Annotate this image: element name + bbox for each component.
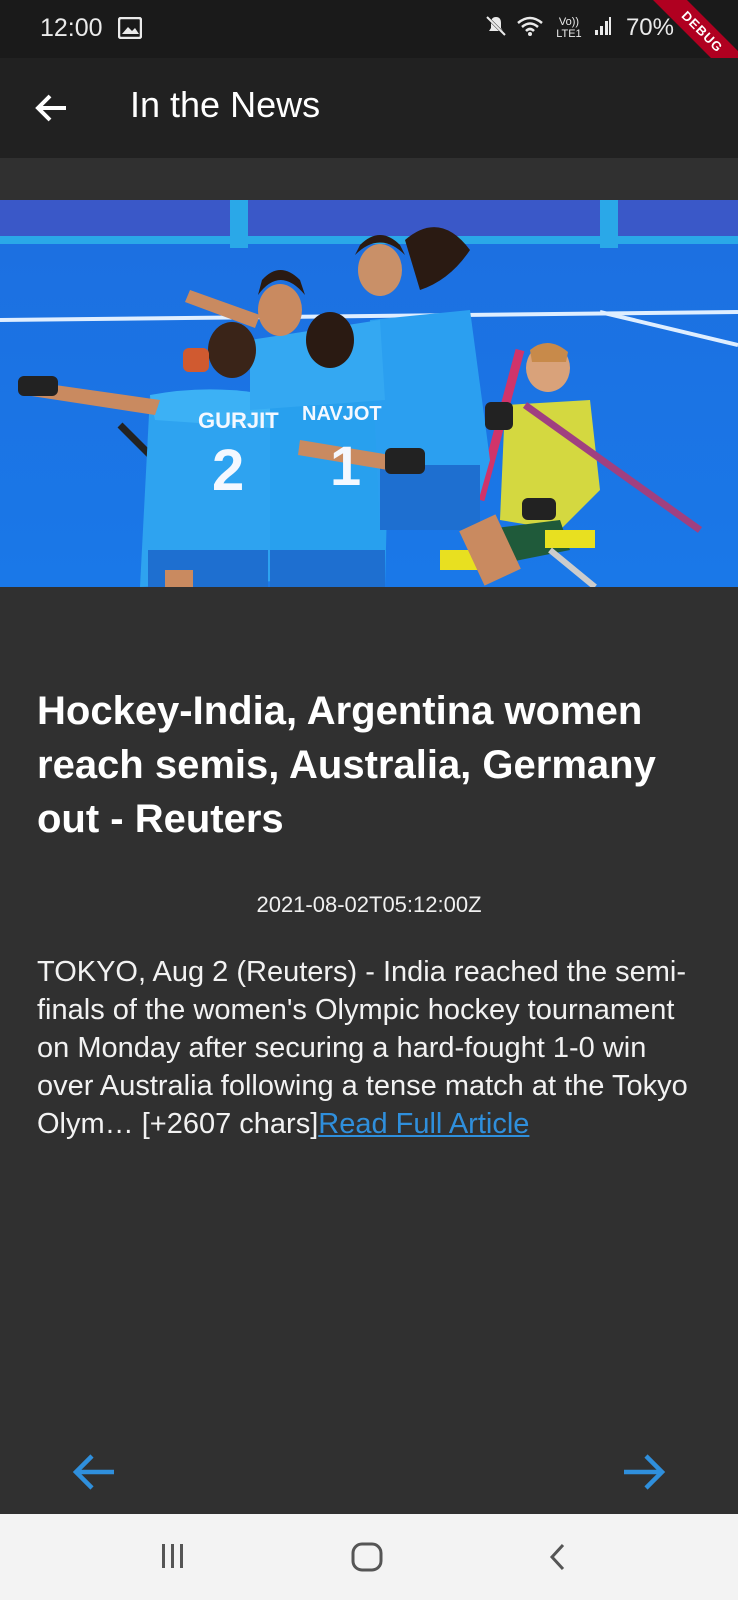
article-published-at: 2021-08-02T05:12:00Z — [256, 892, 482, 917]
system-back-button[interactable] — [548, 1542, 568, 1577]
battery-level: 70% — [625, 14, 674, 41]
next-article-button[interactable] — [618, 1446, 670, 1498]
previous-article-button[interactable] — [68, 1446, 120, 1498]
arrow-back-icon — [35, 94, 66, 122]
recents-icon — [162, 1544, 183, 1568]
signal-text: Vo)) LTE1 — [556, 16, 582, 40]
wifi-icon — [516, 15, 544, 42]
status-bar: 12:00 Vo)) LTE1 70% — [0, 0, 738, 58]
arrow-right-icon — [624, 1454, 666, 1490]
jersey-name-gurjit: GURJIT — [198, 408, 279, 433]
app-bar: In the News — [0, 58, 738, 158]
signal-icon — [594, 16, 612, 41]
back-button[interactable] — [30, 86, 74, 130]
system-navigation-bar — [0, 1514, 738, 1600]
read-full-article-link[interactable]: Read Full Article — [318, 1108, 529, 1140]
jersey-number-1: 1 — [330, 434, 361, 497]
article-title: Hockey-India, Argentina women reach semi… — [37, 689, 656, 841]
article-description: TOKYO, Aug 2 (Reuters) - India reached t… — [37, 953, 707, 1143]
status-icons: Vo)) LTE1 70% — [484, 10, 674, 46]
status-time: 12:00 — [40, 14, 103, 42]
gallery-icon — [117, 16, 143, 44]
mute-icon — [484, 14, 508, 43]
home-button[interactable] — [350, 1542, 384, 1577]
page-title: In the News — [130, 84, 321, 125]
home-icon — [351, 1542, 383, 1572]
recents-button[interactable] — [158, 1542, 188, 1575]
jersey-number-2: 2 — [212, 438, 244, 503]
arrow-left-icon — [72, 1454, 114, 1490]
jersey-name-navjot: NAVJOT — [302, 403, 382, 425]
chevron-left-icon — [549, 1543, 565, 1571]
article-image: GURJIT 2 NAVJOT 1 — [0, 200, 738, 587]
